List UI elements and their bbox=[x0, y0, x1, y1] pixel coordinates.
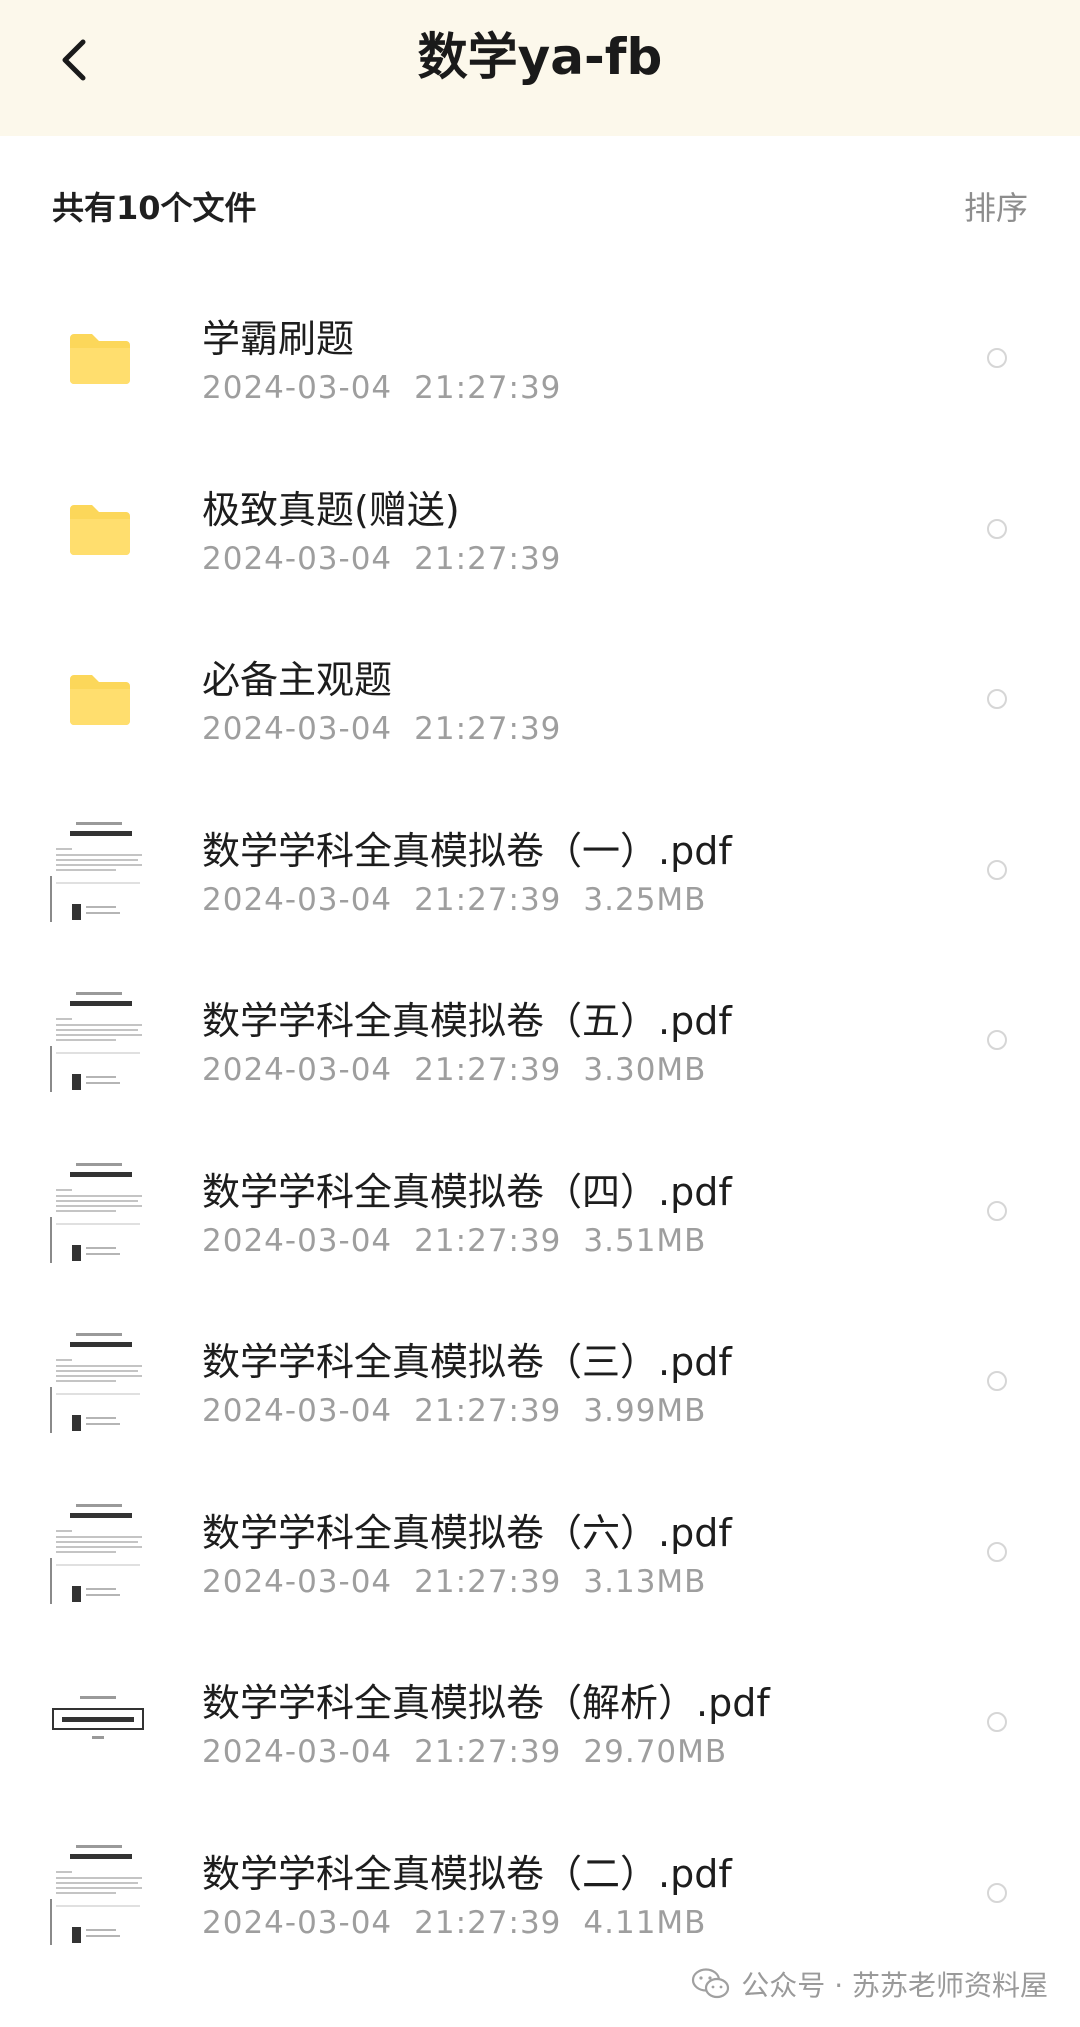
file-size: 4.11MB bbox=[583, 1904, 707, 1941]
file-name: 数学学科全真模拟卷（三）.pdf bbox=[202, 1340, 732, 1384]
file-item[interactable]: 数学学科全真模拟卷（解析）.pdf 2024-03-04 21:27:39 29.70… bbox=[0, 1638, 1080, 1809]
select-radio[interactable] bbox=[987, 1541, 1007, 1562]
file-item[interactable]: 数学学科全真模拟卷（四）.pdf 2024-03-04 21:27:39 3.51MB bbox=[0, 1127, 1080, 1298]
file-date: 2024-03-04 bbox=[202, 1904, 393, 1941]
back-button[interactable] bbox=[44, 30, 104, 90]
page-title: 数学ya-fb bbox=[417, 28, 663, 86]
file-time: 21:27:39 bbox=[414, 540, 562, 577]
file-item[interactable]: 数学学科全真模拟卷（三）.pdf 2024-03-04 21:27:39 3.99MB bbox=[0, 1297, 1080, 1468]
file-name: 必备主观题 bbox=[202, 658, 393, 702]
select-radio[interactable] bbox=[987, 1200, 1007, 1221]
file-thumbnail bbox=[44, 1155, 156, 1267]
file-item[interactable]: 数学学科全真模拟卷（五）.pdf 2024-03-04 21:27:39 3.30MB bbox=[0, 956, 1080, 1127]
file-date: 2024-03-04 bbox=[202, 1393, 393, 1429]
pdf-thumbnail bbox=[50, 988, 154, 1092]
file-name: 数学学科全真模拟卷（二）.pdf bbox=[202, 1851, 732, 1896]
file-size: 3.51MB bbox=[583, 1222, 707, 1259]
file-thumbnail bbox=[44, 1666, 156, 1778]
select-radio[interactable] bbox=[987, 689, 1007, 709]
file-meta: 2024-03-04 21:27:39 3.30MB bbox=[202, 1050, 706, 1090]
pdf-thumbnail bbox=[50, 817, 154, 922]
file-time: 21:27:39 bbox=[414, 1393, 562, 1429]
file-item[interactable]: 数学学科全真模拟卷（一）.pdf 2024-03-04 21:27:39 3.25MB bbox=[0, 786, 1080, 957]
file-meta: 2024-03-04 21:27:39 29.70MB bbox=[202, 1732, 727, 1772]
folder-icon bbox=[70, 504, 130, 555]
file-date: 2024-03-04 bbox=[202, 1052, 393, 1088]
file-size: 3.25MB bbox=[583, 881, 707, 918]
file-name: 极致真题(赠送) bbox=[202, 487, 460, 532]
file-meta: 2024-03-04 21:27:39 3.51MB bbox=[202, 1221, 706, 1261]
file-thumbnail bbox=[44, 302, 156, 414]
pdf-thumbnail bbox=[50, 1329, 154, 1433]
watermark-text: 公众号 · 苏苏老师资料屋 bbox=[741, 1969, 1048, 2002]
folder-item[interactable]: 必备主观题 2024-03-04 21:27:39 bbox=[0, 615, 1080, 786]
file-time: 21:27:39 bbox=[414, 1563, 562, 1600]
file-time: 21:27:39 bbox=[414, 1904, 562, 1941]
select-radio[interactable] bbox=[987, 348, 1007, 368]
pdf-cover-thumbnail bbox=[52, 1696, 144, 1750]
select-radio[interactable] bbox=[987, 1371, 1007, 1391]
app-header: 数学ya-fb bbox=[0, 0, 1080, 136]
select-radio[interactable] bbox=[987, 1712, 1007, 1732]
file-thumbnail bbox=[44, 984, 156, 1096]
file-name: 数学学科全真模拟卷（五）.pdf bbox=[202, 999, 732, 1043]
file-thumbnail bbox=[44, 1496, 156, 1608]
select-radio[interactable] bbox=[987, 518, 1007, 539]
file-time: 21:27:39 bbox=[414, 881, 562, 918]
select-radio[interactable] bbox=[987, 1030, 1007, 1050]
file-time: 21:27:39 bbox=[414, 711, 562, 747]
file-size: 3.13MB bbox=[583, 1563, 707, 1600]
file-size: 29.70MB bbox=[583, 1734, 728, 1770]
file-date: 2024-03-04 bbox=[202, 711, 393, 747]
file-size: 3.30MB bbox=[583, 1052, 707, 1088]
file-list: 学霸刷题 2024-03-04 21:27:39 极致真题(赠送) 2024-03-04… bbox=[0, 274, 1080, 1979]
file-count: 共有10个文件 bbox=[52, 189, 257, 227]
file-date: 2024-03-04 bbox=[202, 540, 393, 577]
file-time: 21:27:39 bbox=[414, 370, 562, 406]
file-meta: 2024-03-04 21:27:39 4.11MB bbox=[202, 1903, 706, 1943]
file-thumbnail bbox=[44, 814, 156, 926]
file-date: 2024-03-04 bbox=[202, 370, 393, 406]
folder-icon bbox=[70, 675, 130, 725]
file-item[interactable]: 数学学科全真模拟卷（二）.pdf 2024-03-04 21:27:39 4.11MB bbox=[0, 1809, 1080, 1980]
file-meta: 2024-03-04 21:27:39 3.25MB bbox=[202, 880, 706, 920]
file-thumbnail bbox=[44, 1837, 156, 1949]
file-meta: 2024-03-04 21:27:39 bbox=[202, 368, 561, 408]
file-time: 21:27:39 bbox=[414, 1052, 562, 1088]
select-radio[interactable] bbox=[987, 859, 1007, 880]
file-name: 数学学科全真模拟卷（解析）.pdf bbox=[202, 1681, 770, 1725]
file-date: 2024-03-04 bbox=[202, 1563, 393, 1600]
file-meta: 2024-03-04 21:27:39 3.13MB bbox=[202, 1562, 706, 1602]
file-date: 2024-03-04 bbox=[202, 1734, 393, 1770]
file-meta: 2024-03-04 21:27:39 3.99MB bbox=[202, 1391, 706, 1431]
pdf-thumbnail bbox=[50, 1840, 154, 1945]
file-date: 2024-03-04 bbox=[202, 881, 393, 918]
folder-item[interactable]: 极致真题(赠送) 2024-03-04 21:27:39 bbox=[0, 445, 1080, 616]
select-radio[interactable] bbox=[987, 1882, 1007, 1903]
folder-item[interactable]: 学霸刷题 2024-03-04 21:27:39 bbox=[0, 274, 1080, 445]
file-name: 数学学科全真模拟卷（六）.pdf bbox=[202, 1510, 732, 1555]
wechat-icon bbox=[692, 1968, 730, 1999]
summary-bar: 共有10个文件 排序 bbox=[0, 178, 1080, 238]
pdf-thumbnail bbox=[50, 1158, 154, 1263]
folder-icon bbox=[70, 334, 130, 384]
file-name: 学霸刷题 bbox=[202, 317, 355, 361]
file-time: 21:27:39 bbox=[414, 1734, 562, 1770]
file-thumbnail bbox=[44, 1325, 156, 1437]
file-thumbnail bbox=[44, 643, 156, 755]
file-item[interactable]: 数学学科全真模拟卷（六）.pdf 2024-03-04 21:27:39 3.13MB bbox=[0, 1468, 1080, 1639]
chevron-left-icon bbox=[62, 39, 86, 81]
file-name: 数学学科全真模拟卷（四）.pdf bbox=[202, 1169, 732, 1214]
sort-button[interactable]: 排序 bbox=[964, 178, 1028, 238]
file-size: 3.99MB bbox=[583, 1393, 707, 1429]
pdf-thumbnail bbox=[50, 1499, 154, 1604]
file-thumbnail bbox=[44, 473, 156, 585]
watermark: 公众号 · 苏苏老师资料屋 bbox=[691, 1962, 1048, 2006]
file-meta: 2024-03-04 21:27:39 bbox=[202, 539, 561, 579]
file-name: 数学学科全真模拟卷（一）.pdf bbox=[202, 828, 732, 873]
file-meta: 2024-03-04 21:27:39 bbox=[202, 709, 561, 749]
file-date: 2024-03-04 bbox=[202, 1222, 393, 1259]
file-time: 21:27:39 bbox=[414, 1222, 562, 1259]
